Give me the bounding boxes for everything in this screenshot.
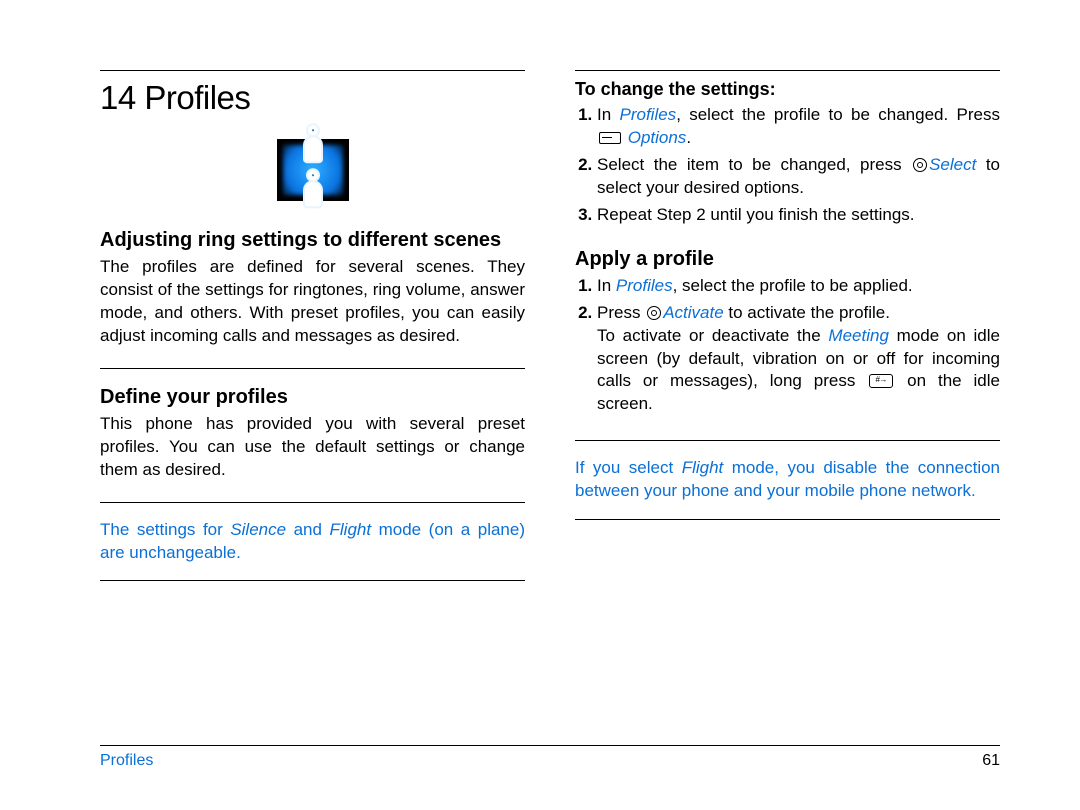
step-2: Select the item to be changed, press Sel…: [597, 154, 1000, 200]
divider: [575, 519, 1000, 520]
profiles-icon-container: [100, 139, 525, 206]
steps-apply-profile: In Profiles, select the profile to be ap…: [575, 275, 1000, 421]
heading-adjust-ring: Adjusting ring settings to different sce…: [100, 228, 525, 252]
softkey-icon: [599, 132, 621, 144]
divider: [575, 440, 1000, 441]
profiles-icon: [277, 139, 349, 201]
top-rule-right: [575, 70, 1000, 71]
step-3: Repeat Step 2 until you finish the setti…: [597, 204, 1000, 227]
heading-define-profiles: Define your profiles: [100, 385, 525, 409]
note-flight-mode: If you select Flight mode, you disable t…: [575, 457, 1000, 503]
right-column: To change the settings: In Profiles, sel…: [575, 70, 1000, 770]
manual-page: 14 Profiles Adjusting ring settings to d…: [0, 0, 1080, 810]
step-1: In Profiles, select the profile to be ch…: [597, 104, 1000, 150]
top-rule-left: [100, 70, 525, 71]
paragraph-intro: The profiles are defined for several sce…: [100, 256, 525, 348]
divider: [100, 580, 525, 581]
paragraph-define: This phone has provided you with several…: [100, 413, 525, 482]
note-silence-flight: The settings for Silence and Flight mode…: [100, 519, 525, 565]
footer-page-number: 61: [982, 752, 1000, 770]
heading-change-settings: To change the settings:: [575, 79, 1000, 100]
left-column: 14 Profiles Adjusting ring settings to d…: [100, 70, 525, 770]
nav-key-icon: [913, 158, 927, 172]
divider: [100, 368, 525, 369]
footer-section: Profiles: [100, 752, 153, 770]
heading-apply-profile: Apply a profile: [575, 247, 1000, 271]
chapter-title: 14 Profiles: [100, 79, 525, 117]
page-footer: Profiles 61: [100, 745, 1000, 770]
hash-key-icon: [869, 374, 893, 388]
divider: [100, 502, 525, 503]
nav-key-icon: [647, 306, 661, 320]
steps-change-settings: In Profiles, select the profile to be ch…: [575, 104, 1000, 231]
apply-step-2: Press Activate to activate the profile. …: [597, 302, 1000, 417]
apply-step-1: In Profiles, select the profile to be ap…: [597, 275, 1000, 298]
